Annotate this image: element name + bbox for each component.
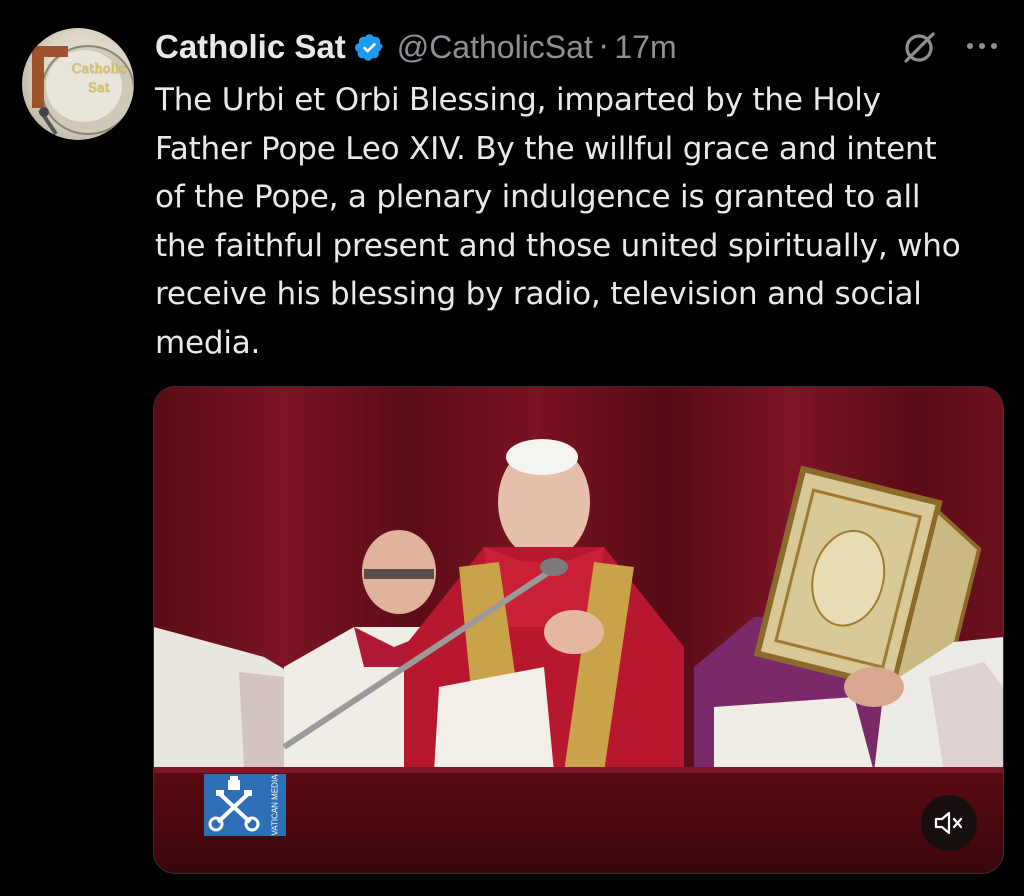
muted-speaker-icon <box>934 811 963 835</box>
author-avatar[interactable]: Catholic Sat <box>22 28 134 140</box>
tweet-header: Catholic Sat @CatholicSat · 17m <box>155 24 677 70</box>
grok-icon[interactable] <box>900 30 938 64</box>
tweet-text: The Urbi et Orbi Blessing, imparted by t… <box>155 82 961 361</box>
tweet-video[interactable]: VATICAN MEDIA <box>153 386 1004 874</box>
watermark-text: VATICAN MEDIA <box>270 774 280 836</box>
tweet[interactable]: Catholic Sat Catholic Sat @CatholicSat ·… <box>0 0 1024 896</box>
author-handle[interactable]: @CatholicSat <box>397 29 593 66</box>
header-separator: · <box>598 29 609 65</box>
verified-badge-icon[interactable] <box>354 32 385 63</box>
avatar-logo-text: Catholic Sat <box>71 62 127 96</box>
crossed-keys-icon <box>208 776 260 832</box>
more-options-icon[interactable] <box>962 36 1002 56</box>
mute-toggle-button[interactable] <box>921 795 977 851</box>
author-display-name[interactable]: Catholic Sat <box>155 28 346 66</box>
tweet-timestamp[interactable]: 17m <box>614 29 676 66</box>
vatican-media-watermark: VATICAN MEDIA <box>204 774 286 836</box>
watermark-text-box: VATICAN MEDIA <box>264 774 286 836</box>
